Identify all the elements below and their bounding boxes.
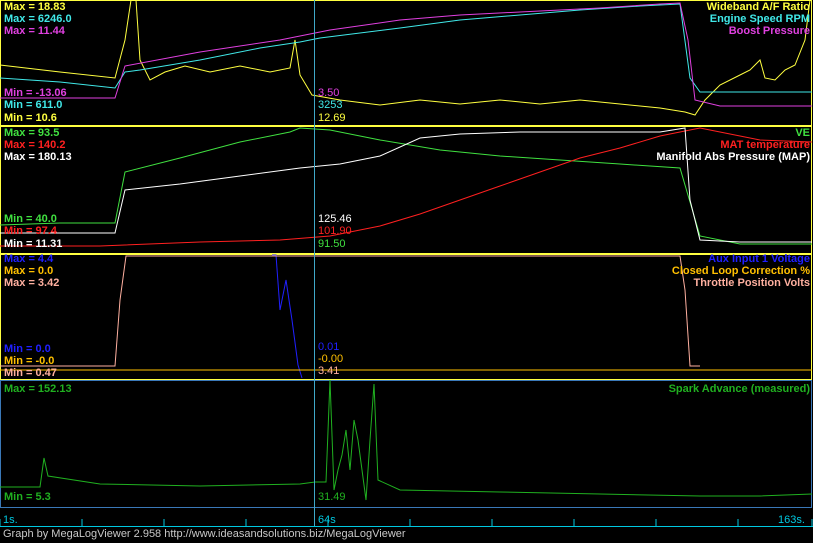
series-max-label: Max = 4.4 (4, 253, 54, 265)
series-max-label: Max = 6246.0 (4, 13, 72, 25)
series-cursor-value: 0.01 (318, 341, 339, 353)
series-min-label: Min = 5.3 (4, 491, 51, 503)
series-min-label: Min = 611.0 (4, 99, 62, 111)
series-max-label: Max = 11.44 (4, 25, 66, 37)
series-cursor-value: 12.69 (318, 112, 346, 124)
series-legend-name: Manifold Abs Pressure (MAP) (656, 151, 810, 163)
series-max-label: Max = 152.13 (4, 383, 72, 395)
series-legend-name: Boost Pressure (729, 25, 810, 37)
series-cursor-value: 3.41 (318, 365, 339, 377)
series-min-label: Min = -0.0 (4, 355, 54, 367)
series-min-label: Min = 40.0 (4, 213, 57, 225)
series-cursor-value: 101.90 (318, 225, 352, 237)
megalogviewer-graph[interactable]: Max = 18.83 Min = 10.6 12.69 Wideband A/F R… (0, 0, 813, 543)
series-cursor-value: 125.46 (318, 213, 352, 225)
time-cursor-label: 64s (318, 514, 336, 526)
series-legend-name: MAT temperature (720, 139, 810, 151)
series-legend-name: Aux Input 1 Voltage (708, 253, 810, 265)
series-legend-name: Throttle Position Volts (693, 277, 810, 289)
series-legend-name: Wideband A/F Ratio (707, 1, 811, 13)
series-legend-name: Engine Speed RPM (710, 13, 810, 25)
series-max-label: Max = 3.42 (4, 277, 59, 289)
series-max-label: Max = 140.2 (4, 139, 65, 151)
series-legend-name: Closed Loop Correction % (672, 265, 810, 277)
series-cursor-value: 91.50 (318, 238, 346, 250)
series-max-label: Max = 93.5 (4, 127, 59, 139)
series-min-label: Min = 0.0 (4, 343, 51, 355)
time-end-label: 163s. (778, 514, 805, 526)
series-min-label: Min = -13.06 (4, 87, 67, 99)
time-start-label: 1s. (3, 514, 18, 526)
series-legend-name: Spark Advance (measured) (669, 383, 811, 395)
series-cursor-value: -0.00 (318, 353, 343, 365)
series-min-label: Min = 10.6 (4, 112, 57, 124)
series-cursor-value: 31.49 (318, 491, 346, 503)
credit-text: Graph by MegaLogViewer 2.958 http://www.… (3, 528, 406, 540)
series-min-label: Min = 11.31 (4, 238, 62, 250)
series-min-label: Min = 97.4 (4, 225, 58, 237)
series-cursor-value: 3253 (318, 99, 342, 111)
series-legend-name: VE (795, 127, 810, 139)
series-max-label: Max = 180.13 (4, 151, 72, 163)
series-min-label: Min = 0.47 (4, 367, 57, 379)
series-max-label: Max = 18.83 (4, 1, 65, 13)
series-max-label: Max = 0.0 (4, 265, 53, 277)
series-cursor-value: 3.50 (318, 87, 339, 99)
